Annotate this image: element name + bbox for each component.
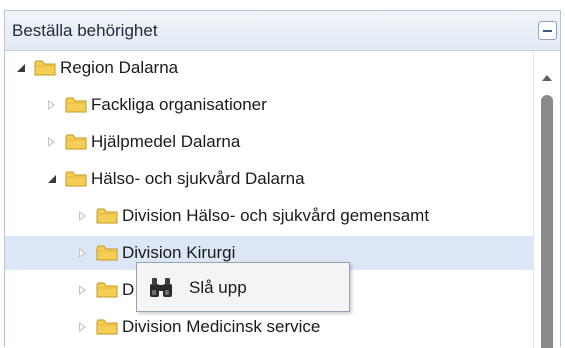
context-menu: Slå upp	[136, 262, 350, 312]
folder-icon	[65, 134, 87, 150]
tree-item-label: Fackliga organisationer	[91, 95, 267, 114]
expanded-arrow-icon[interactable]	[46, 173, 58, 185]
panel-header: Beställa behörighet	[5, 11, 560, 51]
tree-row[interactable]: Division Medicinsk service	[5, 310, 533, 344]
scroll-up-arrow-icon[interactable]	[542, 75, 552, 81]
folder-icon	[34, 60, 56, 76]
collapsed-arrow-icon[interactable]	[77, 284, 89, 296]
collapsed-arrow-icon[interactable]	[77, 247, 89, 259]
tree-item-label: Hälso- och sjukvård Dalarna	[91, 169, 305, 188]
vertical-scrollbar[interactable]	[533, 51, 560, 348]
folder-icon	[96, 282, 118, 298]
collapsed-arrow-icon[interactable]	[46, 136, 58, 148]
tree-item-label: Division Hälso- och sjukvård gemensamt	[122, 206, 430, 225]
folder-icon	[65, 171, 87, 187]
folder-icon	[65, 97, 87, 113]
collapsed-arrow-icon[interactable]	[77, 210, 89, 222]
tree-item-label: Region Dalarna	[60, 58, 179, 77]
menu-item-lookup[interactable]: Slå upp	[137, 263, 349, 311]
collapsed-arrow-icon[interactable]	[46, 99, 58, 111]
tree-item-label: Hjälpmedel Dalarna	[91, 132, 241, 151]
panel-title: Beställa behörighet	[12, 21, 158, 40]
menu-item-label: Slå upp	[189, 278, 247, 297]
tree-row[interactable]: Hälso- och sjukvård Dalarna	[5, 162, 533, 196]
folder-icon	[96, 208, 118, 224]
binoculars-icon	[150, 278, 172, 297]
scroll-thumb[interactable]	[541, 95, 553, 348]
tree-row[interactable]: Hjälpmedel Dalarna	[5, 125, 533, 159]
tree-row[interactable]: Fackliga organisationer	[5, 88, 533, 122]
collapse-button[interactable]	[538, 21, 557, 40]
expanded-arrow-icon[interactable]	[15, 62, 27, 74]
folder-icon	[96, 319, 118, 335]
minus-icon	[543, 30, 552, 32]
tree-item-label: Division Kirurgi	[122, 243, 236, 262]
tree-item-label: Division Medicinsk service	[122, 317, 321, 336]
tree-row[interactable]: Region Dalarna	[5, 51, 533, 85]
folder-icon	[96, 245, 118, 261]
tree-row[interactable]: Division Hälso- och sjukvård gemensamt	[5, 199, 533, 233]
collapsed-arrow-icon[interactable]	[77, 321, 89, 333]
tree-item-label: D	[122, 280, 135, 299]
